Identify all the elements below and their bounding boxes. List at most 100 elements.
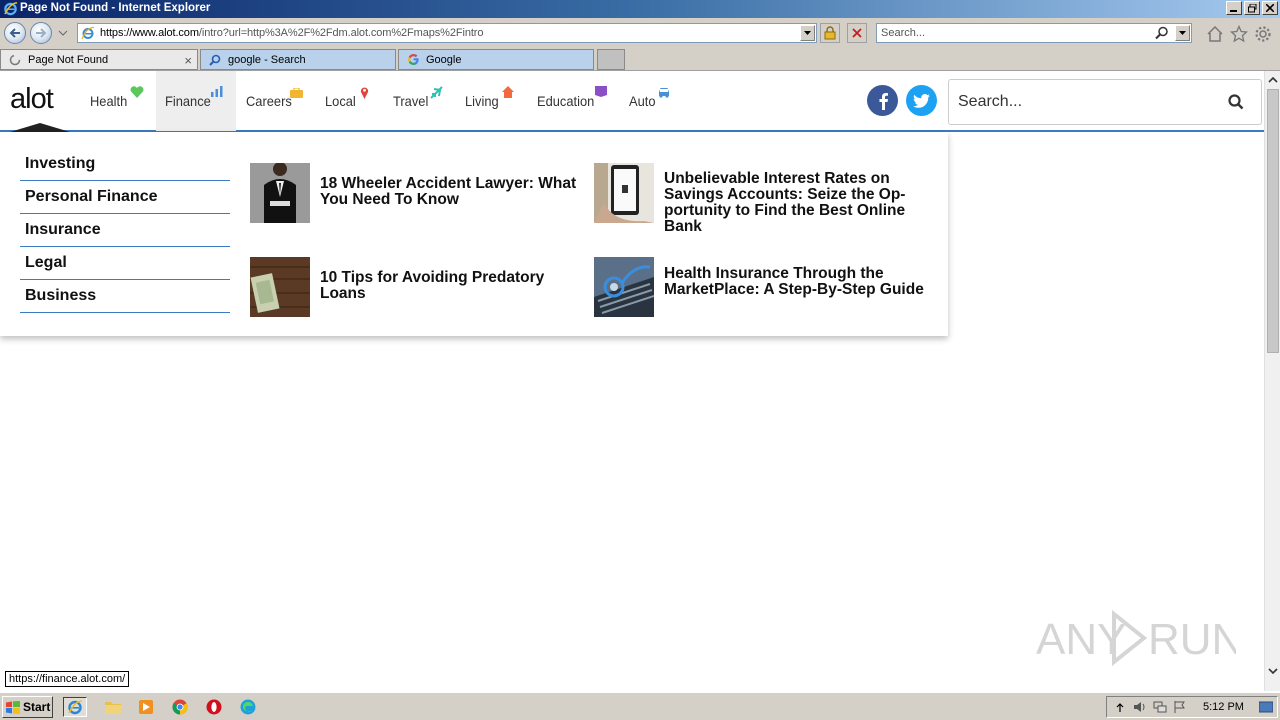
chevron-down-icon bbox=[1268, 668, 1278, 674]
start-button[interactable]: Start bbox=[2, 696, 53, 718]
internet-explorer-icon bbox=[4, 2, 18, 16]
search-icon[interactable] bbox=[1155, 26, 1169, 40]
article-card[interactable]: 10 Tips for Avoiding Predatory Loans bbox=[250, 257, 570, 321]
article-thumbnail-image[interactable] bbox=[250, 257, 310, 317]
taskbar-chrome-button[interactable] bbox=[169, 697, 191, 717]
article-title[interactable]: Unbelievable Interest Rates on Savings A… bbox=[664, 171, 924, 235]
house-icon bbox=[502, 86, 514, 98]
vertical-scrollbar[interactable] bbox=[1264, 71, 1280, 691]
article-thumbnail-image[interactable] bbox=[594, 257, 654, 317]
action-center-flag-icon[interactable] bbox=[1173, 700, 1187, 714]
folder-icon bbox=[105, 702, 121, 714]
tab-google-search[interactable]: google - Search bbox=[200, 49, 396, 70]
article-card[interactable]: 18 Wheeler Accident Lawyer: What You Nee… bbox=[250, 163, 576, 227]
stop-x-icon bbox=[852, 28, 862, 38]
stop-button[interactable] bbox=[847, 23, 867, 43]
search-provider-dropdown[interactable] bbox=[1175, 25, 1190, 41]
twitter-button[interactable] bbox=[906, 85, 937, 116]
nav-auto[interactable]: Auto bbox=[629, 71, 679, 131]
scroll-down-button[interactable] bbox=[1267, 665, 1279, 677]
close-tab-icon[interactable]: × bbox=[184, 53, 192, 68]
browser-search-input[interactable]: Search... bbox=[876, 23, 1192, 43]
settings-gear-icon[interactable] bbox=[1254, 25, 1272, 43]
logo-underline-icon bbox=[10, 123, 70, 132]
recent-pages-dropdown-icon[interactable] bbox=[58, 28, 68, 38]
chevron-down-icon bbox=[1179, 31, 1186, 35]
article-thumbnail-image[interactable] bbox=[594, 163, 654, 223]
subnav-insurance[interactable]: Insurance bbox=[20, 214, 230, 247]
nav-label: Education bbox=[537, 93, 595, 109]
finance-subnav: Investing Personal Finance Insurance Leg… bbox=[20, 148, 230, 313]
taskbar-explorer-button[interactable] bbox=[102, 697, 124, 717]
navigation-bar: https://www.alot.com/intro?url=http%3A%2… bbox=[0, 18, 1280, 48]
tab-page-not-found[interactable]: Page Not Found × bbox=[0, 49, 198, 70]
url-text[interactable]: https://www.alot.com/intro?url=http%3A%2… bbox=[100, 27, 483, 39]
scrollbar-thumb[interactable] bbox=[1267, 89, 1279, 353]
back-button[interactable] bbox=[4, 22, 26, 44]
home-icon[interactable] bbox=[1206, 25, 1224, 43]
security-lock-button[interactable] bbox=[820, 23, 840, 43]
heart-icon bbox=[130, 86, 144, 98]
facebook-icon bbox=[879, 92, 888, 110]
minimize-button[interactable] bbox=[1226, 1, 1242, 15]
opera-icon bbox=[206, 699, 222, 715]
new-tab-button[interactable] bbox=[597, 49, 625, 70]
nav-education[interactable]: Education bbox=[537, 71, 612, 131]
show-hidden-icons-icon[interactable] bbox=[1113, 700, 1127, 714]
subnav-personal-finance[interactable]: Personal Finance bbox=[20, 181, 230, 214]
scroll-up-button[interactable] bbox=[1267, 74, 1279, 86]
article-card[interactable]: Unbelievable Interest Rates on Savings A… bbox=[594, 163, 914, 235]
site-search-input[interactable]: Search... bbox=[948, 79, 1262, 125]
subnav-investing[interactable]: Investing bbox=[20, 148, 230, 181]
nav-label: Health bbox=[90, 93, 128, 109]
nav-label: Local bbox=[325, 93, 356, 109]
arrow-left-icon bbox=[9, 28, 20, 38]
network-icon[interactable] bbox=[1153, 700, 1167, 714]
volume-icon[interactable] bbox=[1133, 700, 1147, 714]
nav-health[interactable]: Health bbox=[90, 71, 148, 131]
taskbar-ie-button[interactable] bbox=[63, 697, 87, 717]
site-header: alot Health Finance Careers Local Travel… bbox=[0, 71, 1264, 132]
search-icon[interactable] bbox=[1228, 94, 1244, 110]
clock[interactable]: 5:12 PM bbox=[1203, 701, 1244, 713]
windows-logo-icon bbox=[6, 700, 20, 714]
browser-search-placeholder: Search... bbox=[881, 27, 926, 39]
tab-label: Page Not Found bbox=[28, 53, 109, 66]
briefcase-icon bbox=[290, 88, 303, 98]
site-logo[interactable]: alot bbox=[10, 83, 54, 116]
bar-chart-icon bbox=[211, 86, 223, 97]
taskbar-opera-button[interactable] bbox=[203, 697, 225, 717]
article-thumbnail-image[interactable] bbox=[250, 163, 310, 223]
nav-living[interactable]: Living bbox=[465, 71, 520, 131]
favorites-star-icon[interactable] bbox=[1230, 25, 1248, 43]
search-icon bbox=[208, 53, 222, 67]
nav-local[interactable]: Local bbox=[325, 71, 375, 131]
forward-button[interactable] bbox=[30, 22, 52, 44]
anyrun-watermark-logo: ANY RUN bbox=[1036, 609, 1236, 667]
taskbar-edge-button[interactable] bbox=[237, 697, 259, 717]
internet-explorer-icon bbox=[68, 700, 83, 715]
tab-google[interactable]: Google bbox=[398, 49, 594, 70]
subnav-business[interactable]: Business bbox=[20, 280, 230, 313]
facebook-button[interactable] bbox=[867, 85, 898, 116]
close-icon bbox=[1266, 4, 1274, 12]
restore-button[interactable] bbox=[1244, 1, 1260, 15]
nav-travel[interactable]: Travel bbox=[393, 71, 448, 131]
address-dropdown-button[interactable] bbox=[800, 25, 815, 41]
address-bar[interactable]: https://www.alot.com/intro?url=http%3A%2… bbox=[77, 23, 817, 43]
media-player-icon bbox=[139, 700, 153, 714]
start-label: Start bbox=[23, 700, 51, 714]
article-title[interactable]: Health Insurance Through the MarketPlace… bbox=[664, 266, 924, 298]
article-title[interactable]: 10 Tips for Avoiding Predatory Loans bbox=[320, 270, 580, 302]
chevron-up-icon bbox=[1268, 77, 1278, 83]
article-title[interactable]: 18 Wheeler Accident Lawyer: What You Nee… bbox=[320, 176, 580, 208]
taskbar-media-player-button[interactable] bbox=[135, 697, 157, 717]
close-window-button[interactable] bbox=[1262, 1, 1278, 15]
tab-label: Google bbox=[426, 53, 462, 66]
nav-finance[interactable]: Finance bbox=[156, 71, 236, 131]
subnav-legal[interactable]: Legal bbox=[20, 247, 230, 280]
article-card[interactable]: Health Insurance Through the MarketPlace… bbox=[594, 257, 924, 321]
show-desktop-icon[interactable] bbox=[1259, 700, 1273, 714]
nav-careers[interactable]: Careers bbox=[246, 71, 308, 131]
chevron-down-icon bbox=[804, 31, 811, 35]
